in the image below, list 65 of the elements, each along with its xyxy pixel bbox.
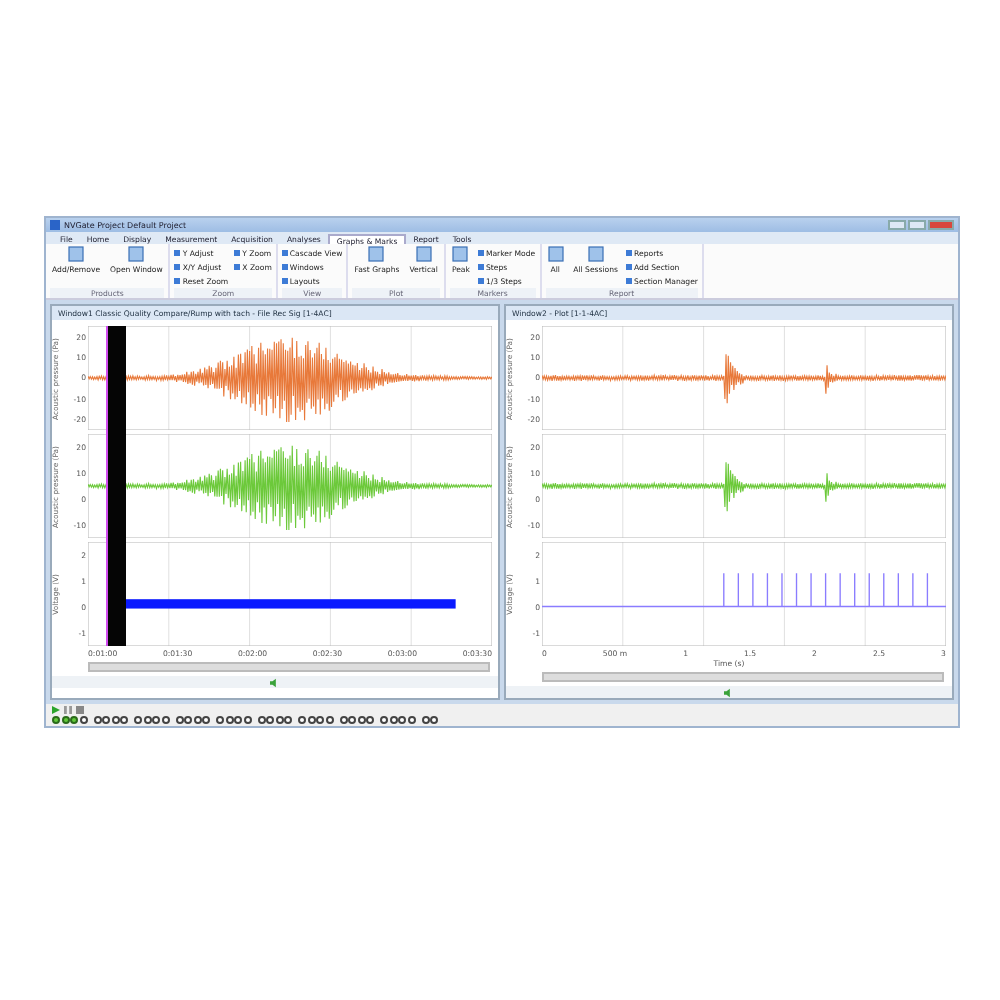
square-icon bbox=[368, 246, 385, 262]
square-icon bbox=[68, 246, 85, 262]
input-indicator[interactable] bbox=[275, 716, 283, 724]
square-icon bbox=[234, 263, 241, 269]
input-indicator[interactable] bbox=[202, 716, 210, 724]
square-icon bbox=[281, 263, 288, 269]
square-icon bbox=[281, 249, 288, 255]
input-indicator[interactable] bbox=[298, 716, 306, 724]
input-indicator[interactable] bbox=[175, 716, 183, 724]
input-indicator[interactable] bbox=[70, 716, 78, 724]
input-indicator[interactable] bbox=[243, 716, 251, 724]
square-icon bbox=[547, 246, 564, 262]
square-icon bbox=[477, 263, 484, 269]
input-indicator[interactable] bbox=[284, 716, 292, 724]
square-icon bbox=[415, 246, 432, 262]
input-indicator[interactable] bbox=[366, 716, 374, 724]
input-indicator[interactable] bbox=[184, 716, 192, 724]
app-icon bbox=[50, 220, 60, 230]
square-icon bbox=[234, 249, 241, 255]
input-indicator[interactable] bbox=[216, 716, 224, 724]
input-indicator[interactable] bbox=[389, 716, 397, 724]
speaker-icon[interactable] bbox=[270, 677, 280, 687]
square-icon bbox=[626, 263, 633, 269]
input-indicator[interactable] bbox=[120, 716, 128, 724]
scroll-bar[interactable] bbox=[88, 662, 490, 672]
input-indicator[interactable] bbox=[52, 716, 60, 724]
cursor-band[interactable] bbox=[106, 326, 126, 646]
input-indicator[interactable] bbox=[348, 716, 356, 724]
input-indicator[interactable] bbox=[134, 716, 142, 724]
scroll-bar[interactable] bbox=[542, 672, 944, 682]
input-indicator[interactable] bbox=[143, 716, 151, 724]
square-icon bbox=[626, 249, 633, 255]
input-indicator[interactable] bbox=[93, 716, 101, 724]
input-indicator[interactable] bbox=[339, 716, 347, 724]
input-indicator[interactable] bbox=[407, 716, 415, 724]
square-icon bbox=[477, 277, 484, 283]
input-indicator[interactable] bbox=[152, 716, 160, 724]
input-indicator[interactable] bbox=[398, 716, 406, 724]
input-indicator[interactable] bbox=[421, 716, 429, 724]
input-indicator[interactable] bbox=[430, 716, 438, 724]
square-icon bbox=[477, 249, 484, 255]
square-icon bbox=[626, 277, 633, 283]
input-indicator[interactable] bbox=[316, 716, 324, 724]
input-indicator[interactable] bbox=[79, 716, 87, 724]
input-indicator[interactable] bbox=[234, 716, 242, 724]
input-indicator[interactable] bbox=[357, 716, 365, 724]
input-indicator[interactable] bbox=[111, 716, 119, 724]
square-icon bbox=[128, 246, 145, 262]
square-icon bbox=[174, 263, 181, 269]
square-icon bbox=[452, 246, 469, 262]
input-indicator[interactable] bbox=[380, 716, 388, 724]
input-indicator[interactable] bbox=[161, 716, 169, 724]
input-indicator[interactable] bbox=[225, 716, 233, 724]
input-indicator[interactable] bbox=[193, 716, 201, 724]
square-icon bbox=[281, 277, 288, 283]
input-indicator[interactable] bbox=[307, 716, 315, 724]
input-indicator[interactable] bbox=[257, 716, 265, 724]
input-indicator[interactable] bbox=[266, 716, 274, 724]
speaker-icon[interactable] bbox=[724, 687, 734, 697]
input-indicator[interactable] bbox=[325, 716, 333, 724]
square-icon bbox=[587, 246, 604, 262]
square-icon bbox=[174, 249, 181, 255]
input-indicator[interactable] bbox=[102, 716, 110, 724]
square-icon bbox=[174, 277, 181, 283]
input-indicator[interactable] bbox=[61, 716, 69, 724]
